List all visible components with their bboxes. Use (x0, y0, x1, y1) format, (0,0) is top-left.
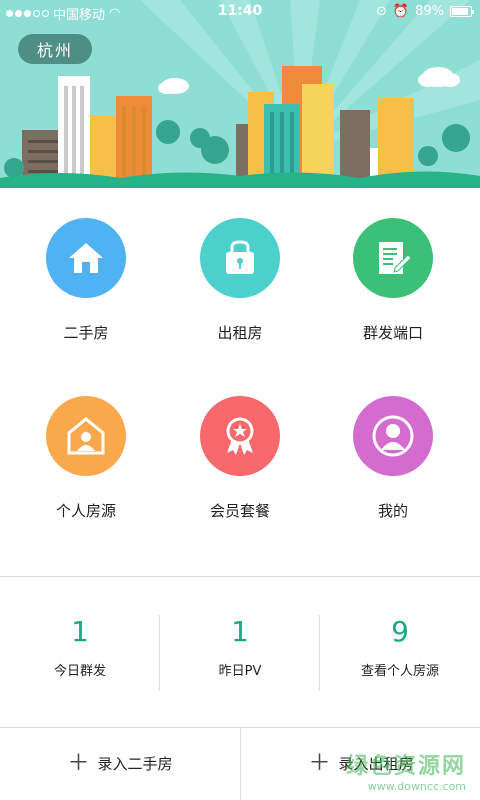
stat-label: 查看个人房源 (360, 664, 439, 679)
stat-value: 9 (391, 615, 409, 648)
status-bar: 中国移动 ◠ 11:40 ⊙ ⏰ 89% (0, 0, 480, 24)
user-profile-icon (353, 396, 433, 476)
menu-item-label: 出租房 (217, 324, 263, 342)
menu-item-membership[interactable]: 会员套餐 (160, 396, 320, 521)
lock-icon (200, 218, 280, 298)
watermark: 绿色资源网 www.downcc.com (346, 748, 466, 793)
menu-item-label: 我的 (377, 502, 408, 520)
city-skyline-illustration (0, 0, 480, 188)
battery-icon (450, 6, 474, 17)
house-icon (46, 218, 126, 298)
stat-value: 1 (231, 615, 249, 648)
menu-item-label: 个人房源 (55, 502, 116, 520)
menu-item-mine[interactable]: 我的 (313, 396, 473, 521)
city-banner: 中国移动 ◠ 11:40 ⊙ ⏰ 89% 杭州 (0, 0, 480, 188)
stat-today-broadcast[interactable]: 1 今日群发 (0, 577, 160, 727)
stat-label: 今日群发 (53, 664, 106, 679)
document-edit-icon (353, 218, 433, 298)
city-selector-button[interactable]: 杭州 (18, 34, 92, 64)
plus-icon: ＋ (308, 750, 331, 776)
watermark-title: 绿色资源网 (345, 754, 466, 779)
menu-item-rental[interactable]: 出租房 (160, 218, 320, 343)
menu-item-label: 二手房 (63, 324, 109, 342)
stat-value: 1 (71, 615, 89, 648)
add-secondhand-button[interactable]: ＋ 录入二手房 (0, 727, 240, 800)
alarm-icon: ⏰ (392, 4, 410, 19)
function-grid: 二手房 出租房 群发端口 个人房源 会员套餐 我的 (0, 188, 480, 576)
menu-item-broadcast[interactable]: 群发端口 (313, 218, 473, 343)
rotation-lock-icon: ⊙ (376, 4, 387, 19)
menu-item-label: 群发端口 (362, 324, 423, 342)
stats-panel: 1 今日群发 1 昨日PV 9 查看个人房源 (0, 577, 480, 727)
menu-item-label: 会员套餐 (209, 502, 270, 520)
plus-icon: ＋ (67, 750, 90, 776)
battery-percent: 89% (415, 4, 444, 19)
menu-item-personal-listings[interactable]: 个人房源 (6, 396, 166, 521)
watermark-url: www.downcc.com (367, 780, 466, 793)
menu-item-secondhand[interactable]: 二手房 (6, 218, 166, 343)
stat-view-personal-listings[interactable]: 9 查看个人房源 (320, 577, 480, 727)
stat-yesterday-pv[interactable]: 1 昨日PV (160, 577, 320, 727)
add-secondhand-label: 录入二手房 (97, 755, 173, 773)
person-house-icon (46, 396, 126, 476)
stat-label: 昨日PV (218, 664, 262, 679)
award-ribbon-icon (200, 396, 280, 476)
